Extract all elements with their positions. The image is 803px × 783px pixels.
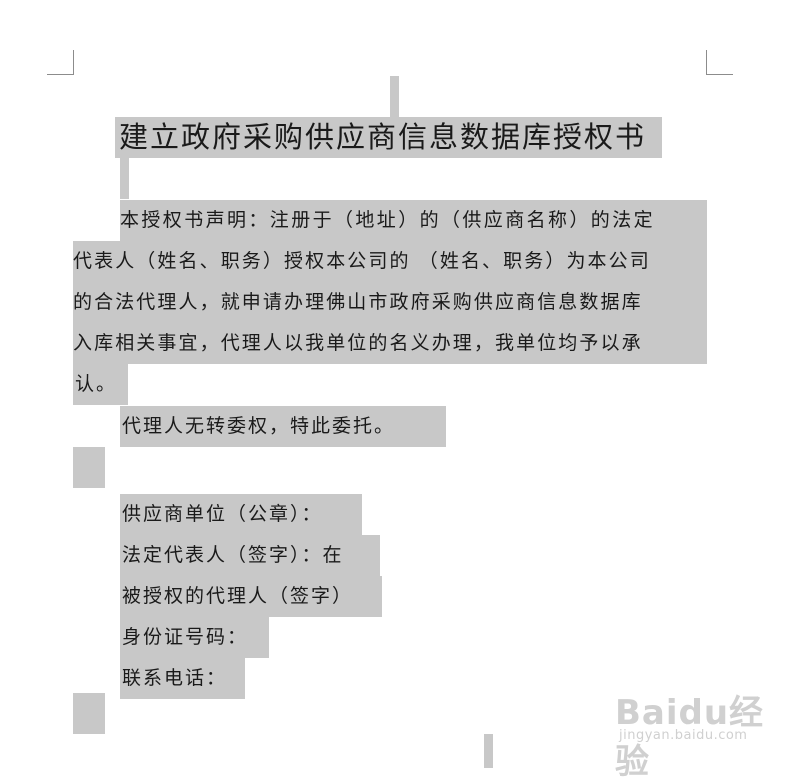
selection-empty-line	[73, 693, 105, 734]
signature-supplier-seal[interactable]: 供应商单位（公章）：	[120, 494, 362, 535]
statement-line[interactable]: 代表人（姓名、职务）授权本公司的 （姓名、职务）为本公司	[73, 241, 707, 282]
signature-legal-rep[interactable]: 法定代表人（签字）：在	[120, 535, 380, 576]
statement-line[interactable]: 入库相关事宜，代理人以我单位的名义办理，我单位均予以承	[73, 323, 707, 364]
statement-line[interactable]: 本授权书声明：注册于（地址）的（供应商名称）的法定	[120, 200, 707, 241]
page-corner-mark	[706, 74, 733, 75]
page-corner-mark	[706, 50, 707, 75]
document-title[interactable]: 建立政府采购供应商信息数据库授权书	[115, 117, 662, 158]
entrust-line[interactable]: 代理人无转委权，特此委托。	[120, 406, 446, 447]
selection-empty-line	[484, 734, 493, 768]
selection-empty-line	[120, 158, 129, 199]
statement-line[interactable]: 的合法代理人，就申请办理佛山市政府采购供应商信息数据库	[73, 282, 707, 323]
id-number-field[interactable]: 身份证号码：	[120, 617, 269, 658]
selection-empty-line	[73, 447, 105, 488]
signature-agent[interactable]: 被授权的代理人（签字）	[120, 576, 382, 617]
page-corner-mark	[73, 50, 74, 75]
baidu-jingyan-watermark: Baidu经验 jingyan.baidu.com	[615, 685, 765, 782]
page-corner-mark	[47, 74, 74, 75]
watermark-url: jingyan.baidu.com	[619, 728, 748, 743]
selection-empty-line	[390, 76, 399, 117]
phone-field[interactable]: 联系电话：	[120, 658, 245, 699]
statement-line[interactable]: 认。	[73, 364, 128, 405]
